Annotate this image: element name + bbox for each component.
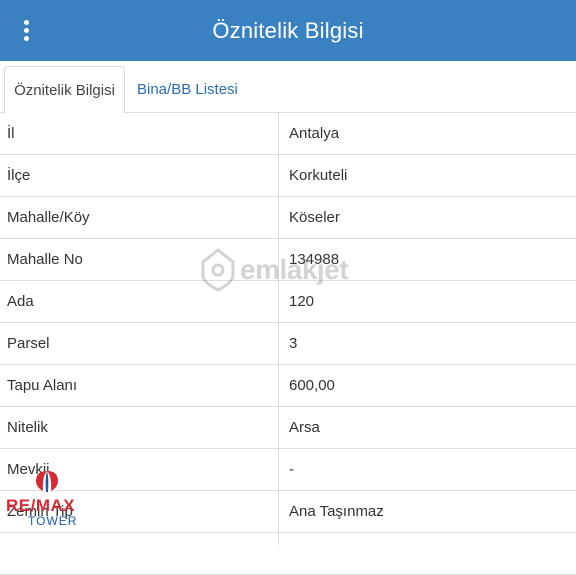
table-row: Ada 120 xyxy=(0,281,576,323)
row-key: İl xyxy=(7,125,15,142)
table-row: Tapu Alanı 600,00 xyxy=(0,365,576,407)
row-value: Ana Taşınmaz xyxy=(289,503,384,520)
vertical-dots-icon[interactable] xyxy=(14,14,38,46)
row-value: 120 xyxy=(289,293,315,310)
row-key: Tapu Alanı xyxy=(7,377,78,394)
tab-bar: Öznitelik Bilgisi Bina/BB Listesi xyxy=(0,61,576,114)
row-key: Mahalle/Köy xyxy=(7,209,90,226)
row-value xyxy=(289,533,569,574)
table-row: Parsel 3 xyxy=(0,323,576,365)
row-key: Mahalle No xyxy=(7,251,83,268)
row-value: Köseler xyxy=(289,209,340,226)
row-key: Zemin Tip xyxy=(7,503,73,520)
table-row: Mahalle/Köy Köseler xyxy=(0,197,576,239)
row-key: Parsel xyxy=(7,335,50,352)
row-key xyxy=(7,533,272,574)
table-row: Nitelik Arsa xyxy=(0,407,576,449)
table-row: İlçe Korkuteli xyxy=(0,155,576,197)
row-value: Korkuteli xyxy=(289,167,348,184)
attribute-table: İl Antalya İlçe Korkuteli Mahalle/Köy Kö… xyxy=(0,113,576,575)
row-value: Arsa xyxy=(289,419,320,436)
row-value: 600,00 xyxy=(289,377,335,394)
app-header: Öznitelik Bilgisi xyxy=(0,0,576,61)
row-key: Nitelik xyxy=(7,419,48,436)
table-row xyxy=(0,533,576,575)
table-row: Mevkii - xyxy=(0,449,576,491)
column-divider xyxy=(278,113,279,545)
row-key: Ada xyxy=(7,293,34,310)
row-value: 3 xyxy=(289,335,298,352)
row-value: Antalya xyxy=(289,125,340,142)
table-row: Zemin Tip Ana Taşınmaz xyxy=(0,491,576,533)
tab-attribute-info[interactable]: Öznitelik Bilgisi xyxy=(4,66,125,114)
row-key: İlçe xyxy=(7,167,31,184)
table-row: Mahalle No 134988 xyxy=(0,239,576,281)
tab-building-list[interactable]: Bina/BB Listesi xyxy=(137,66,238,113)
row-value: - xyxy=(289,461,294,478)
table-row: İl Antalya xyxy=(0,113,576,155)
row-key: Mevkii xyxy=(7,461,50,478)
page-title: Öznitelik Bilgisi xyxy=(212,17,364,43)
row-value: 134988 xyxy=(289,251,340,268)
